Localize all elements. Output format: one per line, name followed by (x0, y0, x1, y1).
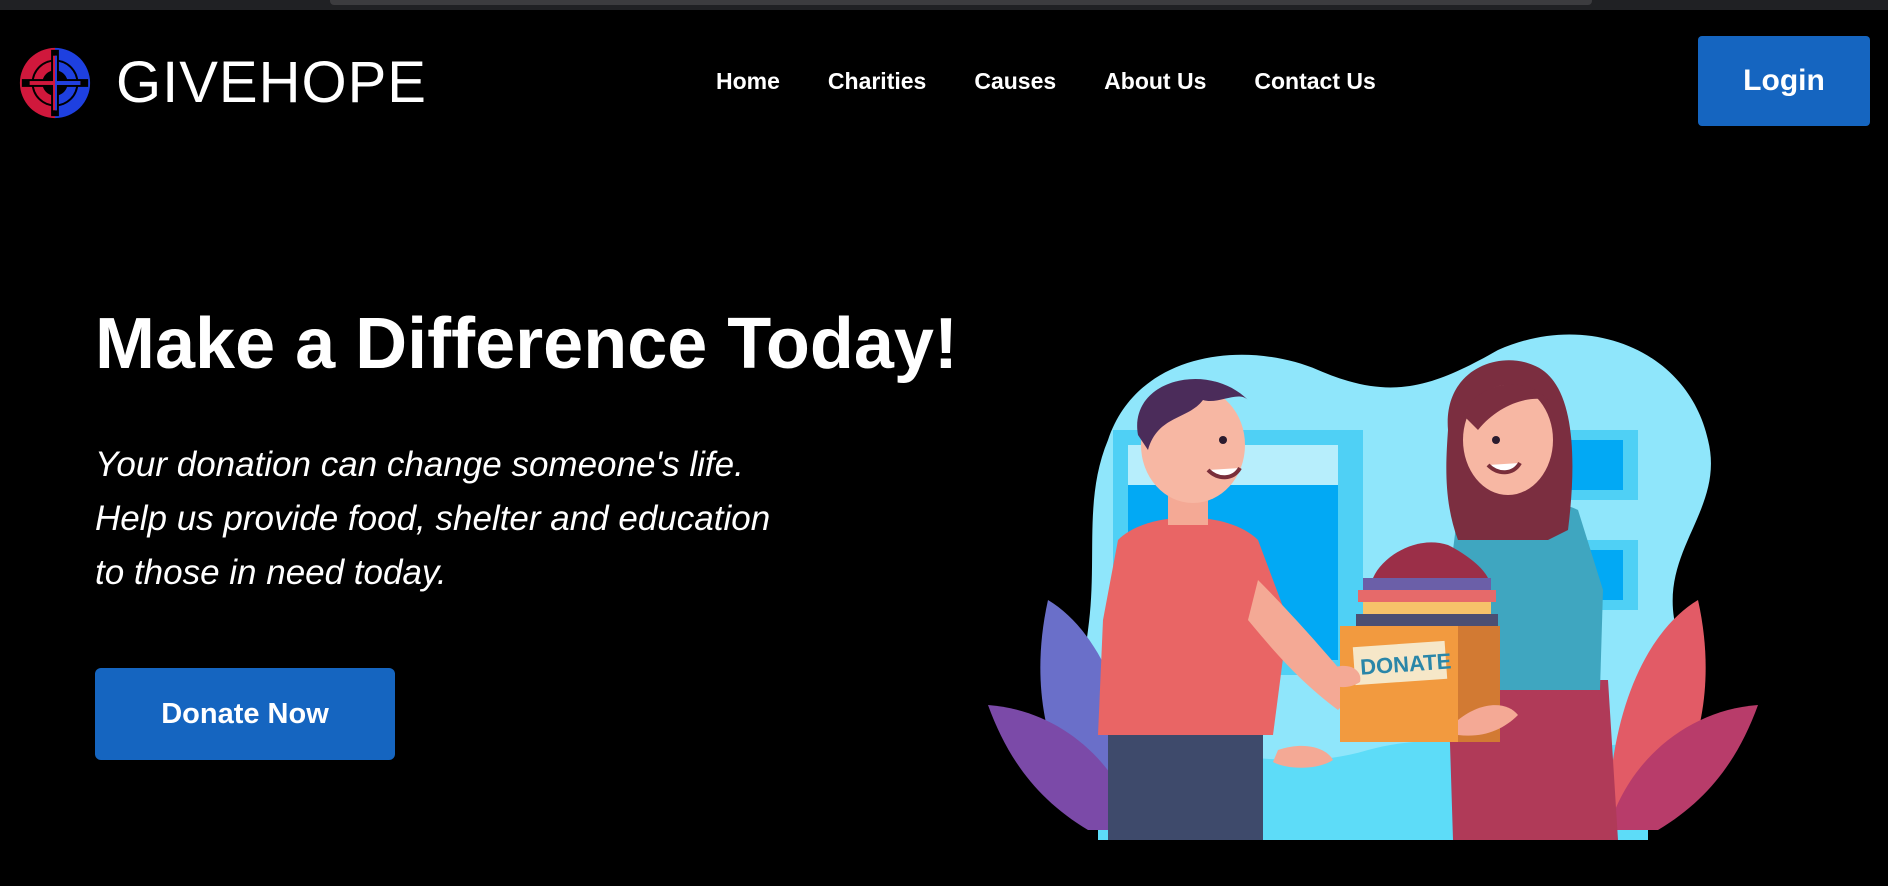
nav-link-charities[interactable]: Charities (828, 68, 926, 94)
boy-legs (1108, 730, 1263, 840)
hero-subtitle-line: Help us provide food, shelter and educat… (95, 499, 771, 538)
nav-link-home[interactable]: Home (716, 68, 780, 94)
nav-link-causes[interactable]: Causes (974, 68, 1056, 94)
givehope-logo-icon (19, 47, 91, 119)
hero-subtitle-line: Your donation can change someone's life. (95, 445, 744, 484)
girl-eye (1492, 436, 1500, 444)
donate-now-button[interactable]: Donate Now (95, 668, 395, 760)
brand-logo[interactable]: GIVEHOPE (16, 44, 427, 122)
clothes-stack (1356, 614, 1498, 626)
brand-name: GIVEHOPE (116, 50, 427, 115)
browser-top-strip (0, 0, 1888, 10)
hero-subtitle: Your donation can change someone's life.… (95, 438, 815, 600)
browser-scroll-indicator (330, 0, 1592, 5)
nav-link-contact-us[interactable]: Contact Us (1254, 68, 1375, 94)
main-nav: Home Charities Causes About Us Contact U… (716, 68, 1376, 95)
clothes-stack (1363, 602, 1491, 614)
nav-link-about-us[interactable]: About Us (1104, 68, 1206, 94)
clothes-stack (1358, 590, 1496, 602)
donation-illustration: DONATE (988, 334, 1758, 840)
login-button[interactable]: Login (1698, 36, 1870, 126)
hero-subtitle-line: to those in need today. (95, 553, 447, 592)
boy-eye (1219, 436, 1227, 444)
navbar: GIVEHOPE Home Charities Causes About Us … (0, 10, 1888, 160)
clothes-stack (1363, 578, 1491, 590)
hero-title: Make a Difference Today! (95, 304, 958, 384)
